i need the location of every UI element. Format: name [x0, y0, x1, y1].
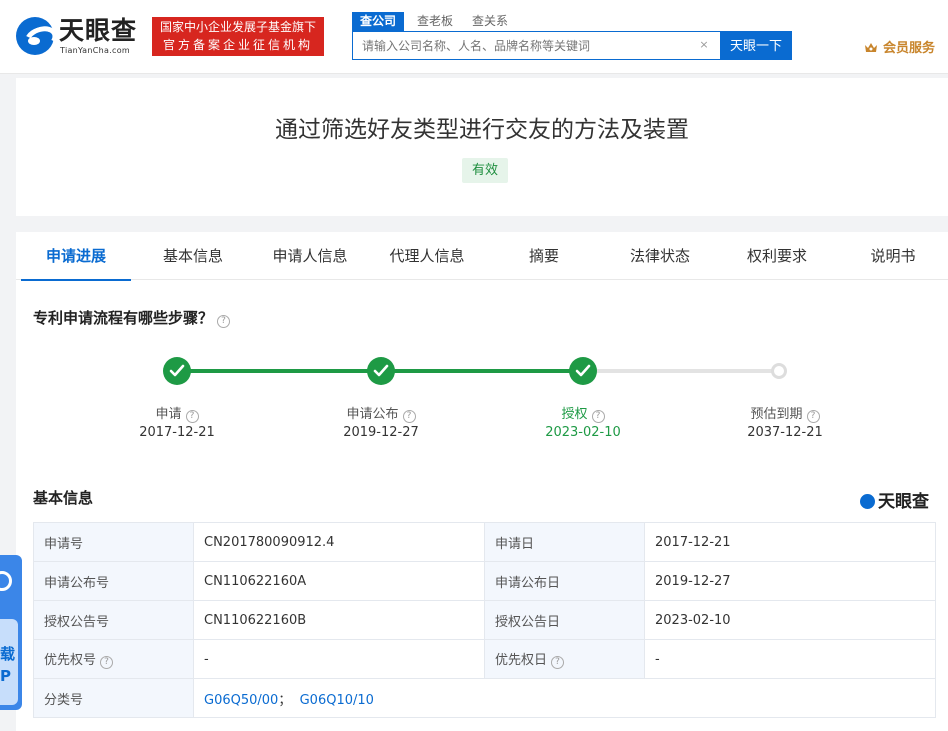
help-icon[interactable]: ?: [591, 410, 605, 423]
step-date: 2017-12-21: [139, 425, 215, 440]
field-label: 申请号: [33, 522, 194, 562]
search-box: ×: [352, 31, 720, 60]
search-tab-relation[interactable]: 查关系: [472, 12, 508, 31]
table-row: 分类号 G06Q50/00； G06Q10/10: [33, 678, 936, 718]
step-check-icon: [569, 357, 597, 385]
field-label: 优先权号?: [33, 639, 194, 679]
step-pending-icon: [771, 363, 787, 379]
help-icon[interactable]: ?: [402, 410, 416, 423]
field-value: 2019-12-27: [644, 561, 936, 601]
step-date: 2023-02-10: [545, 425, 621, 440]
tab-legal-status[interactable]: 法律状态: [605, 232, 715, 280]
tab-claims[interactable]: 权利要求: [722, 232, 832, 280]
field-label: 申请公布日: [484, 561, 645, 601]
help-icon[interactable]: ?: [100, 656, 114, 669]
patent-title-card: 通过筛选好友类型进行交友的方法及装置 有效: [16, 78, 948, 216]
help-icon[interactable]: ?: [217, 315, 231, 328]
vip-label: 会员服务: [883, 41, 936, 56]
check-icon: [169, 364, 185, 377]
official-badge: 国家中小企业发展子基金旗下 官方备案企业征信机构: [152, 17, 324, 56]
check-icon: [373, 364, 389, 377]
classification-link[interactable]: G06Q10/10: [300, 693, 374, 708]
search-button[interactable]: 天眼一下: [720, 31, 792, 60]
timeline-line-pending: [583, 369, 779, 373]
field-label: 申请日: [484, 522, 645, 562]
field-value: 2023-02-10: [644, 600, 936, 640]
separator: ；: [278, 692, 292, 708]
tab-abstract[interactable]: 摘要: [489, 232, 599, 280]
detail-tabs: 申请进展 基本信息 申请人信息 代理人信息 摘要 法律状态 权利要求 说明书: [16, 232, 948, 281]
table-row: 优先权号? - 优先权日? -: [33, 639, 936, 679]
step-label: 预估到期?: [715, 403, 855, 423]
badge-line-1: 国家中小企业发展子基金旗下: [159, 20, 316, 34]
patent-title: 通过筛选好友类型进行交友的方法及装置: [275, 117, 689, 143]
field-label: 授权公告号: [33, 600, 194, 640]
logo-eye-icon: [16, 17, 54, 55]
logo-text: 天眼查: [59, 16, 138, 45]
basic-info-title: 基本信息: [33, 489, 94, 507]
process-title-text: 专利申请流程有哪些步骤？: [33, 309, 214, 327]
logo-eye-icon: [860, 494, 875, 509]
field-label: 分类号: [33, 678, 194, 718]
search-tab-company[interactable]: 查公司: [352, 12, 405, 31]
tab-applicant[interactable]: 申请人信息: [255, 232, 365, 280]
step-check-icon: [163, 357, 191, 385]
step-label: 申请公布?: [311, 403, 451, 423]
search-tab-boss[interactable]: 查老板: [417, 12, 453, 31]
tab-agent[interactable]: 代理人信息: [372, 232, 482, 280]
step-label: 授权?: [513, 403, 653, 423]
crown-icon: [865, 43, 877, 52]
help-icon[interactable]: ?: [551, 656, 565, 669]
step-check-icon: [367, 357, 395, 385]
step-date: 2019-12-27: [343, 425, 419, 440]
field-label: 优先权日?: [484, 639, 645, 679]
field-value: -: [193, 639, 485, 679]
logo-domain: TianYanCha.com: [60, 46, 130, 55]
field-value: 2017-12-21: [644, 522, 936, 562]
field-value: -: [644, 639, 936, 679]
badge-line-2: 官方备案企业征信机构: [162, 38, 313, 52]
app-logo-icon: [0, 571, 12, 591]
status-badge: 有效: [462, 158, 508, 183]
field-value: CN110622160A: [193, 561, 485, 601]
tab-progress[interactable]: 申请进展: [21, 232, 131, 281]
clear-icon[interactable]: ×: [698, 39, 710, 51]
table-row: 授权公告号 CN110622160B 授权公告日 2023-02-10: [33, 600, 936, 640]
basic-info-table: 申请号 CN201780090912.4 申请日 2017-12-21 申请公布…: [33, 522, 936, 718]
watermark-logo: 天眼查: [860, 487, 929, 512]
field-label: 授权公告日: [484, 600, 645, 640]
table-row: 申请公布号 CN110622160A 申请公布日 2019-12-27: [33, 561, 936, 601]
check-icon: [575, 364, 591, 377]
step-label: 申请?: [107, 403, 247, 423]
app-download-text: 载 P: [0, 645, 16, 685]
help-icon[interactable]: ?: [806, 410, 820, 423]
app-download-float[interactable]: 载 P: [0, 555, 22, 710]
field-label: 申请公布号: [33, 561, 194, 601]
patent-detail-card: 申请进展 基本信息 申请人信息 代理人信息 摘要 法律状态 权利要求 说明书 专…: [16, 232, 948, 731]
field-value: CN201780090912.4: [193, 522, 485, 562]
help-icon[interactable]: ?: [185, 410, 199, 423]
table-row: 申请号 CN201780090912.4 申请日 2017-12-21: [33, 522, 936, 562]
tab-basic-info[interactable]: 基本信息: [138, 232, 248, 280]
process-title: 专利申请流程有哪些步骤？?: [33, 307, 231, 328]
field-value: G06Q50/00； G06Q10/10: [193, 678, 936, 718]
search-input[interactable]: [362, 32, 692, 59]
tab-description[interactable]: 说明书: [838, 232, 948, 280]
step-date: 2037-12-21: [747, 425, 823, 440]
top-header: 天眼查 TianYanCha.com 国家中小企业发展子基金旗下 官方备案企业征…: [0, 0, 948, 74]
field-value: CN110622160B: [193, 600, 485, 640]
tianyancha-logo[interactable]: 天眼查 TianYanCha.com: [16, 16, 146, 60]
classification-link[interactable]: G06Q50/00: [204, 693, 278, 708]
vip-service-link[interactable]: 会员服务: [864, 37, 935, 56]
